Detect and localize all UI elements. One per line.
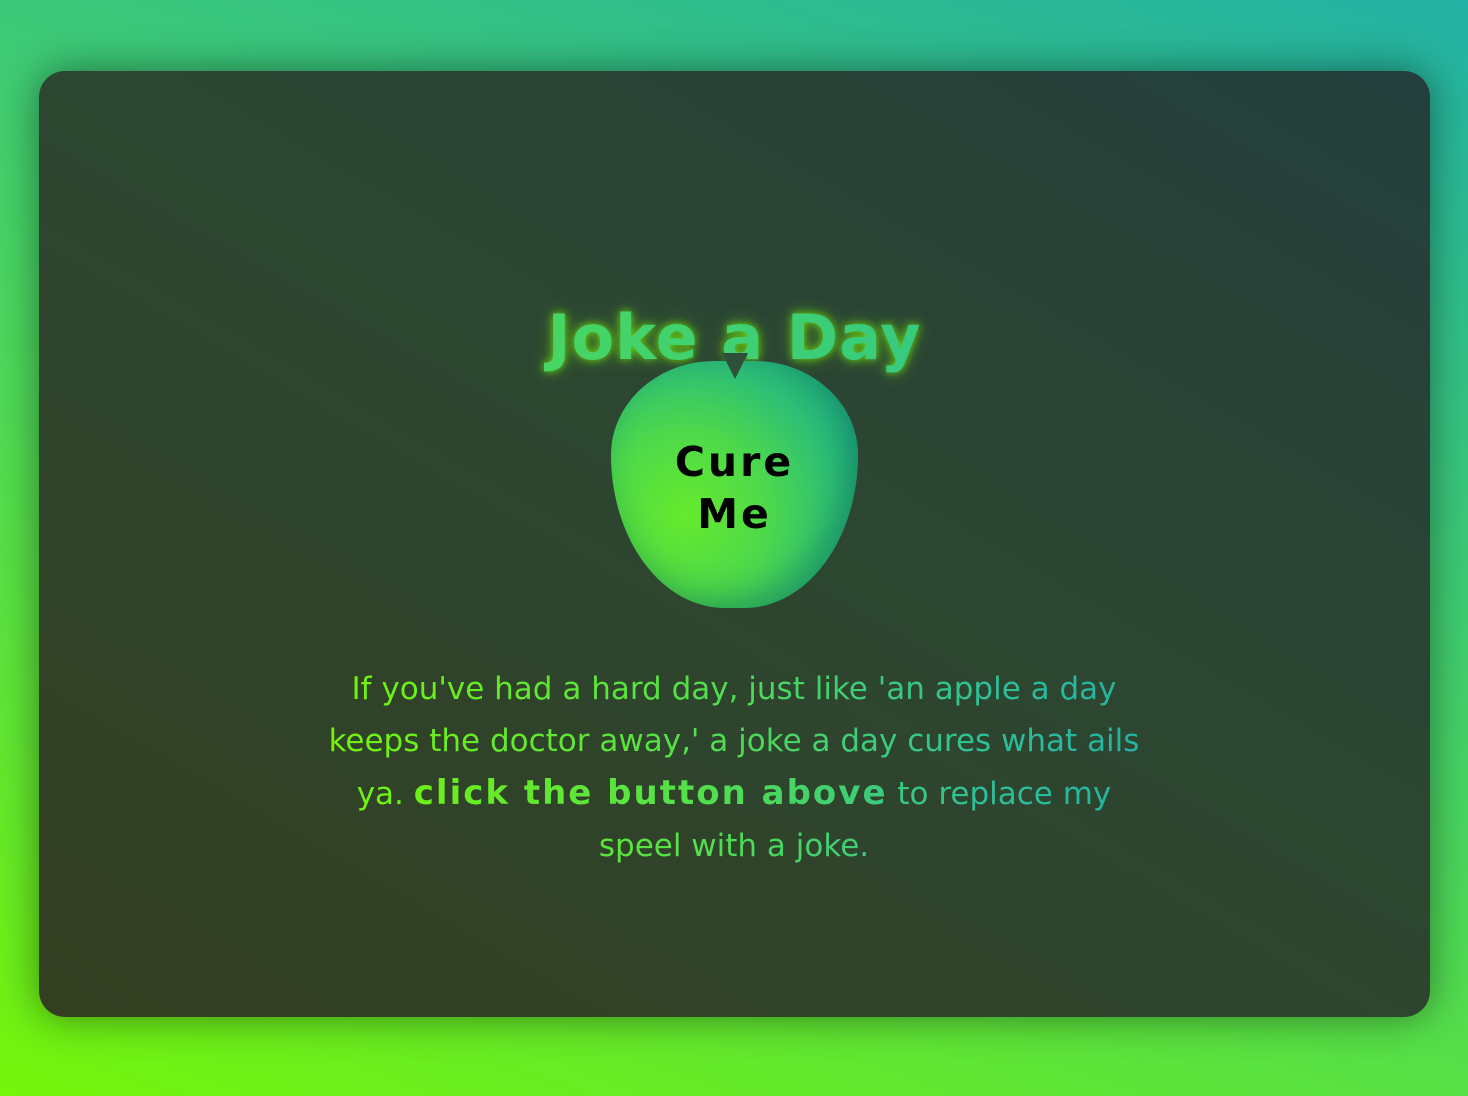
- cure-me-button[interactable]: Cure Me: [611, 353, 858, 608]
- cure-me-label: Cure Me: [674, 437, 795, 538]
- call-to-action: click the button above: [413, 773, 888, 813]
- description-text: If you've had a hard day, just like 'an …: [319, 663, 1149, 872]
- apple-stem-icon: [722, 353, 748, 379]
- main-card: Joke a Day Cure Me If you've had a hard …: [39, 71, 1430, 1017]
